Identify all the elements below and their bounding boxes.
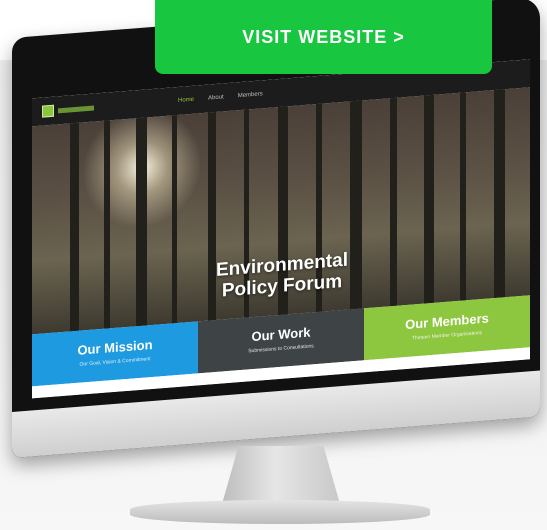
tree-trunk <box>172 105 177 335</box>
site-logo-wordmark <box>58 105 94 113</box>
tree-trunk <box>104 110 110 335</box>
site-logo-icon[interactable] <box>42 104 54 118</box>
tree-trunk <box>494 87 505 311</box>
tree-trunk <box>460 87 466 313</box>
visit-website-button[interactable]: VISIT WEBSITE > <box>155 0 492 74</box>
tree-trunk <box>136 107 147 335</box>
monitor-stand-neck <box>222 446 340 504</box>
monitor-stand-base <box>130 500 430 524</box>
tree-trunk <box>70 112 79 335</box>
nav-link-home[interactable]: Home <box>178 97 194 104</box>
site-nav-links: Home About Members <box>178 91 263 104</box>
nav-link-members[interactable]: Members <box>238 91 263 99</box>
tree-trunk <box>424 87 434 316</box>
tree-trunk <box>390 87 397 319</box>
hero-forest-image: Environmental Policy Forum <box>32 87 530 335</box>
monitor-screen: Home About Members Environmental Policy … <box>32 59 530 399</box>
nav-link-about[interactable]: About <box>208 94 224 101</box>
